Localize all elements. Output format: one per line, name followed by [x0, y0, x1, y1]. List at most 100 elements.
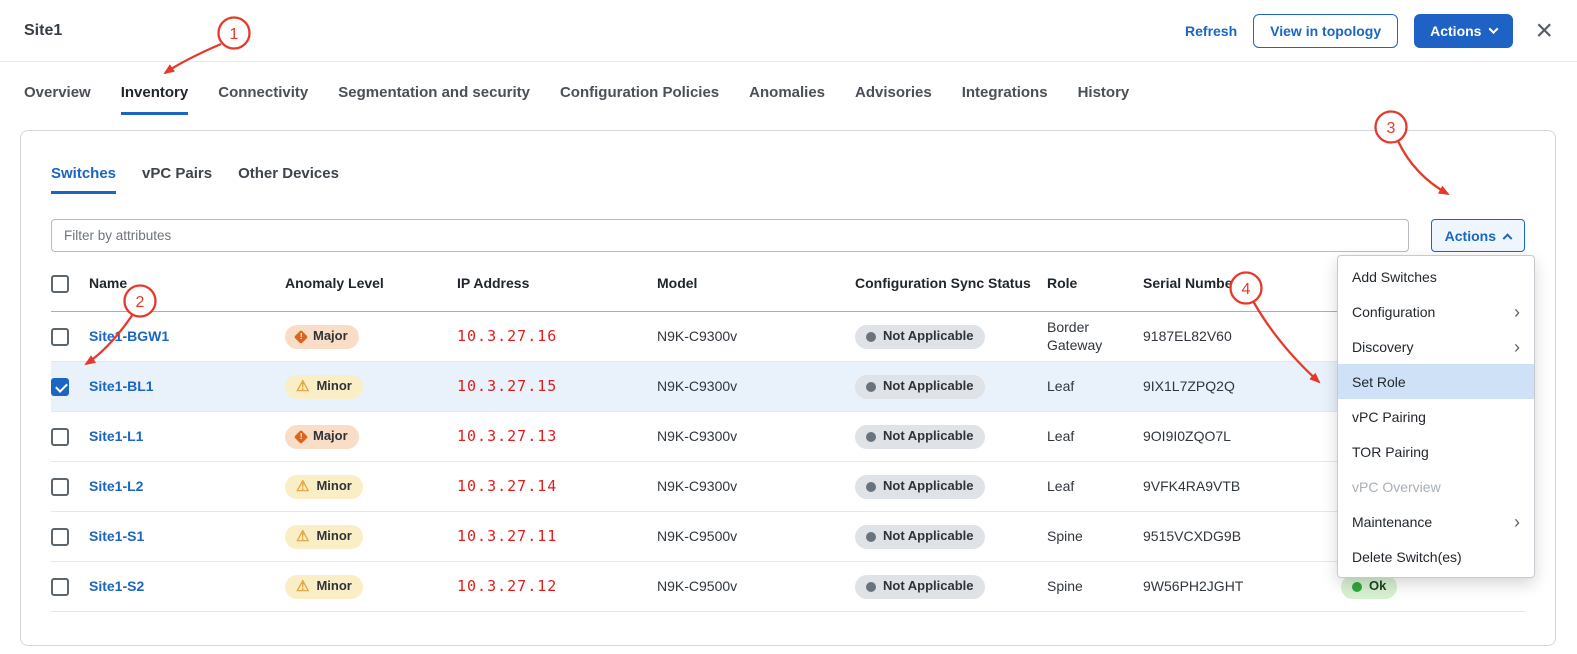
menu-item-tor-pairing[interactable]: TOR Pairing — [1338, 434, 1534, 469]
status-dot-icon — [866, 482, 876, 492]
tab-inventory[interactable]: Inventory — [121, 84, 189, 115]
tab-configuration-policies[interactable]: Configuration Policies — [560, 84, 719, 115]
anomaly-label: Minor — [316, 578, 351, 594]
serial-number: 9VFK4RA9VTB — [1143, 478, 1240, 496]
select-all-cell — [51, 275, 89, 293]
major-diamond-icon: ! — [294, 429, 308, 443]
tab-bar: Overview Inventory Connectivity Segmentatio… — [24, 84, 1129, 115]
table-body: Site1-BGW1 !Major 10.3.27.16 N9K-C9300v Not … — [51, 312, 1525, 612]
ip-address: 10.3.27.16 — [457, 327, 557, 346]
column-header-configuration-sync-status[interactable]: Configuration Sync Status — [855, 275, 1047, 293]
serial-number: 9187EL82V60 — [1143, 328, 1232, 346]
chevron-right-icon: › — [1514, 513, 1520, 531]
model: N9K-C9500v — [657, 578, 737, 596]
switch-name-link[interactable]: Site1-S1 — [89, 528, 144, 546]
tab-anomalies[interactable]: Anomalies — [749, 84, 825, 115]
row-checkbox[interactable] — [51, 328, 69, 346]
row-checkbox[interactable] — [51, 428, 69, 446]
menu-item-label: vPC Pairing — [1352, 409, 1426, 425]
filter-input[interactable] — [51, 219, 1409, 252]
sync-status-badge: Not Applicable — [855, 425, 985, 449]
role: Leaf — [1047, 378, 1074, 396]
table-row: Site1-BGW1!Major10.3.27.16N9K-C9300vNot … — [51, 312, 1525, 362]
menu-item-delete-switch-es[interactable]: Delete Switch(es) — [1338, 539, 1534, 574]
sync-status-badge: Not Applicable — [855, 375, 985, 399]
row-checkbox[interactable] — [51, 478, 69, 496]
page-title: Site1 — [24, 22, 62, 40]
table-row: Site1-L1!Major10.3.27.13N9K-C9300vNot Ap… — [51, 412, 1525, 462]
anomaly-badge-minor: ⚠Minor — [285, 375, 363, 399]
row-checkbox[interactable] — [51, 528, 69, 546]
model: N9K-C9300v — [657, 478, 737, 496]
tab-history[interactable]: History — [1078, 84, 1130, 115]
menu-item-label: Maintenance — [1352, 514, 1432, 530]
row-checkbox[interactable] — [51, 378, 69, 396]
column-header-model[interactable]: Model — [657, 275, 855, 293]
tab-integrations[interactable]: Integrations — [962, 84, 1048, 115]
anomaly-label: Minor — [316, 528, 351, 544]
inventory-card: Switches vPC Pairs Other Devices Actions N… — [20, 130, 1556, 646]
switch-name-link[interactable]: Site1-L1 — [89, 428, 143, 446]
header-actions-button[interactable]: Actions — [1414, 14, 1513, 48]
ip-address: 10.3.27.13 — [457, 427, 557, 446]
anomaly-badge-major: !Major — [285, 325, 359, 349]
menu-item-vpc-pairing[interactable]: vPC Pairing — [1338, 399, 1534, 434]
select-all-checkbox[interactable] — [51, 275, 69, 293]
chevron-right-icon: › — [1514, 338, 1520, 356]
role: Spine — [1047, 528, 1083, 546]
menu-item-discovery[interactable]: Discovery › — [1338, 329, 1534, 364]
status-dot-icon — [866, 532, 876, 542]
switch-name-link[interactable]: Site1-BL1 — [89, 378, 154, 396]
column-header-anomaly-level[interactable]: Anomaly Level — [285, 275, 457, 293]
menu-item-label: Discovery — [1352, 339, 1413, 355]
menu-item-label: vPC Overview — [1352, 479, 1441, 495]
menu-item-label: Set Role — [1352, 374, 1406, 390]
row-checkbox[interactable] — [51, 578, 69, 596]
table-row: Site1-S1⚠Minor10.3.27.11N9K-C9500vNot Ap… — [51, 512, 1525, 562]
actions-menu: Add SwitchesConfiguration› Discovery › Set … — [1337, 255, 1535, 578]
tab-advisories[interactable]: Advisories — [855, 84, 932, 115]
switch-name-link[interactable]: Site1-S2 — [89, 578, 144, 596]
status-dot-icon — [1352, 582, 1362, 592]
switch-name-link[interactable]: Site1-L2 — [89, 478, 143, 496]
serial-number: 9IX1L7ZPQ2Q — [1143, 378, 1235, 396]
menu-item-maintenance[interactable]: Maintenance › — [1338, 504, 1534, 539]
minor-warning-icon: ⚠ — [296, 579, 309, 594]
chevron-right-icon: › — [1514, 303, 1520, 321]
menu-item-configuration[interactable]: Configuration› — [1338, 294, 1534, 329]
tab-segmentation-and-security[interactable]: Segmentation and security — [338, 84, 530, 115]
menu-item-add-switches[interactable]: Add Switches — [1338, 259, 1534, 294]
row-checkbox-cell — [51, 328, 89, 346]
refresh-link[interactable]: Refresh — [1185, 23, 1237, 39]
column-header-role[interactable]: Role — [1047, 275, 1143, 293]
table-actions-button[interactable]: Actions — [1431, 219, 1525, 252]
ip-address: 10.3.27.14 — [457, 477, 557, 496]
subtab-other-devices[interactable]: Other Devices — [238, 165, 339, 194]
view-in-topology-button[interactable]: View in topology — [1253, 14, 1398, 48]
ip-address: 10.3.27.11 — [457, 527, 557, 546]
subtab-bar: Switches vPC Pairs Other Devices — [51, 165, 339, 194]
switches-table: NameAnomaly LevelIP AddressModelConfigur… — [51, 257, 1525, 612]
table-header: NameAnomaly LevelIP AddressModelConfigur… — [51, 257, 1525, 312]
dialog-header: Site1 Refresh View in topology Actions × — [0, 0, 1577, 62]
serial-number: 9OI9I0ZQO7L — [1143, 428, 1231, 446]
filter-row: Actions — [51, 219, 1525, 252]
subtab-vpc-pairs[interactable]: vPC Pairs — [142, 165, 212, 194]
tab-overview[interactable]: Overview — [24, 84, 91, 115]
sync-status-badge: Not Applicable — [855, 525, 985, 549]
chevron-up-icon — [1503, 233, 1513, 243]
menu-item-set-role[interactable]: Set Role — [1338, 364, 1534, 399]
sync-status-badge: Not Applicable — [855, 575, 985, 599]
column-header-ip-address[interactable]: IP Address — [457, 275, 657, 293]
column-header-name[interactable]: Name — [89, 275, 285, 293]
menu-item-vpc-overview[interactable]: vPC Overview — [1338, 469, 1534, 504]
model: N9K-C9500v — [657, 528, 737, 546]
subtab-switches[interactable]: Switches — [51, 165, 116, 194]
switch-name-link[interactable]: Site1-BGW1 — [89, 328, 169, 346]
ip-address: 10.3.27.12 — [457, 577, 557, 596]
close-icon[interactable]: × — [1535, 16, 1553, 46]
tab-connectivity[interactable]: Connectivity — [218, 84, 308, 115]
minor-warning-icon: ⚠ — [296, 479, 309, 494]
column-header-serial-number[interactable]: Serial Number — [1143, 275, 1341, 293]
role: Spine — [1047, 578, 1083, 596]
